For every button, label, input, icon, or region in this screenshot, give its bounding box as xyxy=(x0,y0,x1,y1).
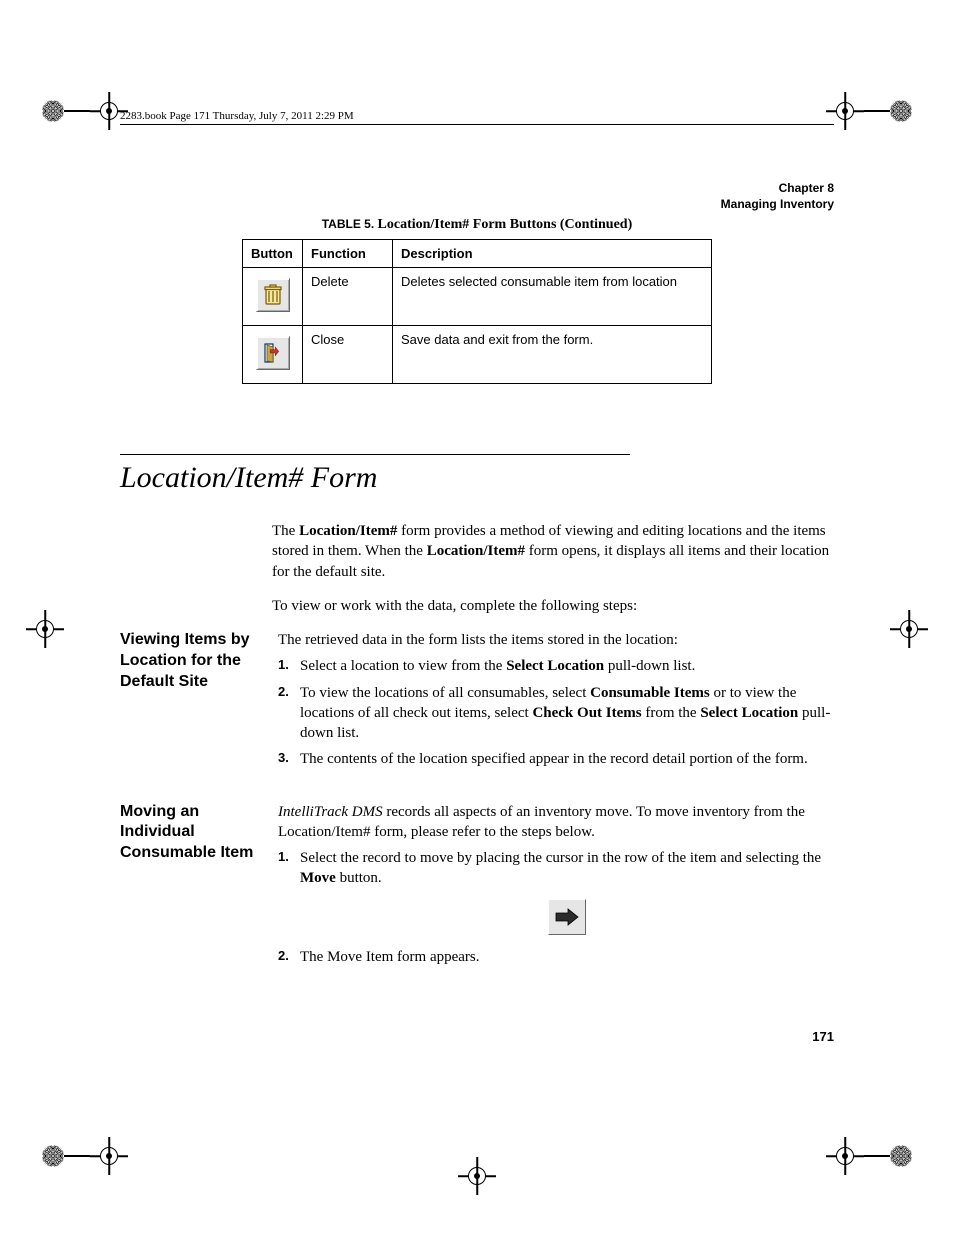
table-caption-prefix: TABLE 5. xyxy=(322,217,378,231)
delete-button[interactable] xyxy=(256,278,290,312)
page-number: 171 xyxy=(120,1029,834,1044)
col-header-button: Button xyxy=(243,240,303,268)
table-row: Delete Deletes selected consumable item … xyxy=(243,268,712,326)
table-row: Close Save data and exit from the form. xyxy=(243,326,712,384)
side-heading-viewing: Viewing Items by Location for the Defaul… xyxy=(120,630,260,776)
table-caption: TABLE 5. Location/Item# Form Buttons (Co… xyxy=(120,217,834,233)
description-cell: Save data and exit from the form. xyxy=(393,326,712,384)
move-button[interactable] xyxy=(548,899,586,935)
intro-paragraph-2: To view or work with the data, complete … xyxy=(272,596,834,616)
trash-icon xyxy=(263,284,283,306)
close-button[interactable] xyxy=(256,336,290,370)
header-rule xyxy=(120,124,834,125)
list-item: The contents of the location specified a… xyxy=(278,749,834,769)
arrow-right-icon xyxy=(554,907,580,927)
running-header: 2283.book Page 171 Thursday, July 7, 201… xyxy=(120,110,834,122)
list-item: Select a location to view from the Selec… xyxy=(278,656,834,676)
list-item: The Move Item form appears. xyxy=(278,947,834,967)
col-header-description: Description xyxy=(393,240,712,268)
table-caption-title: Location/Item# Form Buttons (Continued) xyxy=(378,217,633,232)
description-cell: Deletes selected consumable item from lo… xyxy=(393,268,712,326)
viewing-lead: The retrieved data in the form lists the… xyxy=(278,630,834,650)
buttons-table: Button Function Description xyxy=(242,239,712,384)
function-cell: Close xyxy=(303,326,393,384)
section-label: Managing Inventory xyxy=(120,197,834,211)
intro-paragraph-1: The Location/Item# form provides a metho… xyxy=(272,521,834,582)
list-item: To view the locations of all consumables… xyxy=(278,683,834,744)
col-header-function: Function xyxy=(303,240,393,268)
function-cell: Delete xyxy=(303,268,393,326)
chapter-label: Chapter 8 xyxy=(120,181,834,195)
side-heading-moving: Moving an Individual Consumable Item xyxy=(120,802,260,973)
list-item: Select the record to move by placing the… xyxy=(278,848,834,935)
section-heading: Location/Item# Form xyxy=(120,454,630,495)
door-exit-icon xyxy=(262,342,284,364)
moving-lead: IntelliTrack DMS records all aspects of … xyxy=(278,802,834,843)
